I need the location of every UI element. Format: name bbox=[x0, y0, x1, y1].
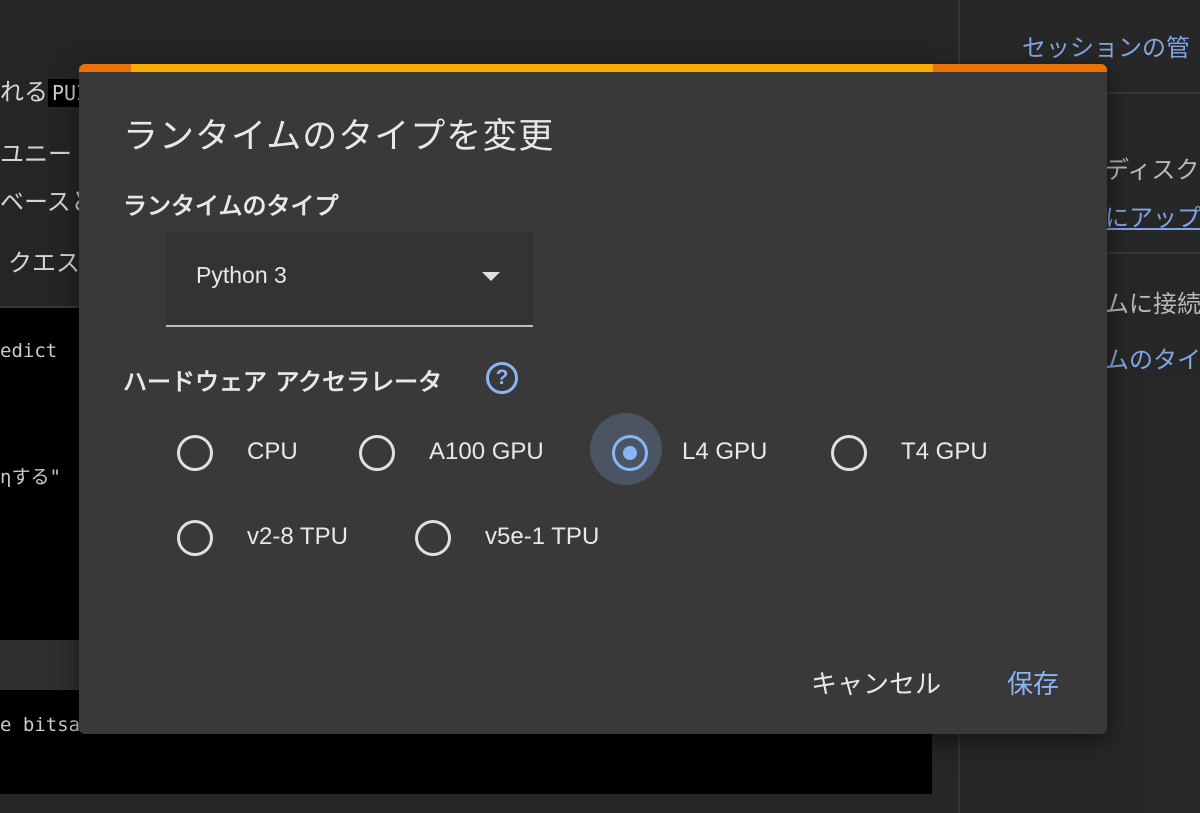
dialog-progress-fill bbox=[131, 64, 933, 72]
dropdown-arrow-icon bbox=[482, 272, 500, 281]
help-icon[interactable]: ? bbox=[486, 362, 518, 394]
radio-button-icon[interactable] bbox=[177, 520, 213, 556]
hardware-accelerator-label: ハードウェア アクセラレータ bbox=[123, 368, 443, 396]
radio-label-l4-gpu: L4 GPU bbox=[682, 438, 768, 465]
dialog-title: ランタイムのタイプを変更 bbox=[123, 117, 555, 157]
radio-label-v5e-1-tpu: v5e-1 TPU bbox=[485, 523, 600, 550]
radio-label-v2-8-tpu: v2-8 TPU bbox=[247, 523, 348, 550]
radio-button-checked-icon[interactable] bbox=[612, 435, 648, 471]
radio-button-icon[interactable] bbox=[177, 435, 213, 471]
dialog-progress-track bbox=[79, 64, 1107, 72]
runtime-type-value: Python 3 bbox=[196, 262, 287, 288]
runtime-type-label: ランタイムのタイプ bbox=[123, 192, 339, 220]
change-runtime-dialog: ランタイムのタイプを変更 ランタイムのタイプ Python 3 ハードウェア ア… bbox=[79, 64, 1107, 734]
runtime-type-select[interactable]: Python 3 bbox=[166, 232, 533, 327]
radio-button-icon[interactable] bbox=[359, 435, 395, 471]
save-button[interactable]: 保存 bbox=[1007, 664, 1059, 701]
radio-button-icon[interactable] bbox=[831, 435, 867, 471]
radio-label-a100-gpu: A100 GPU bbox=[429, 438, 544, 465]
radio-label-cpu: CPU bbox=[247, 438, 298, 465]
radio-dot-icon bbox=[623, 446, 637, 460]
radio-button-icon[interactable] bbox=[415, 520, 451, 556]
radio-label-t4-gpu: T4 GPU bbox=[901, 438, 988, 465]
cancel-button[interactable]: キャンセル bbox=[811, 664, 941, 701]
